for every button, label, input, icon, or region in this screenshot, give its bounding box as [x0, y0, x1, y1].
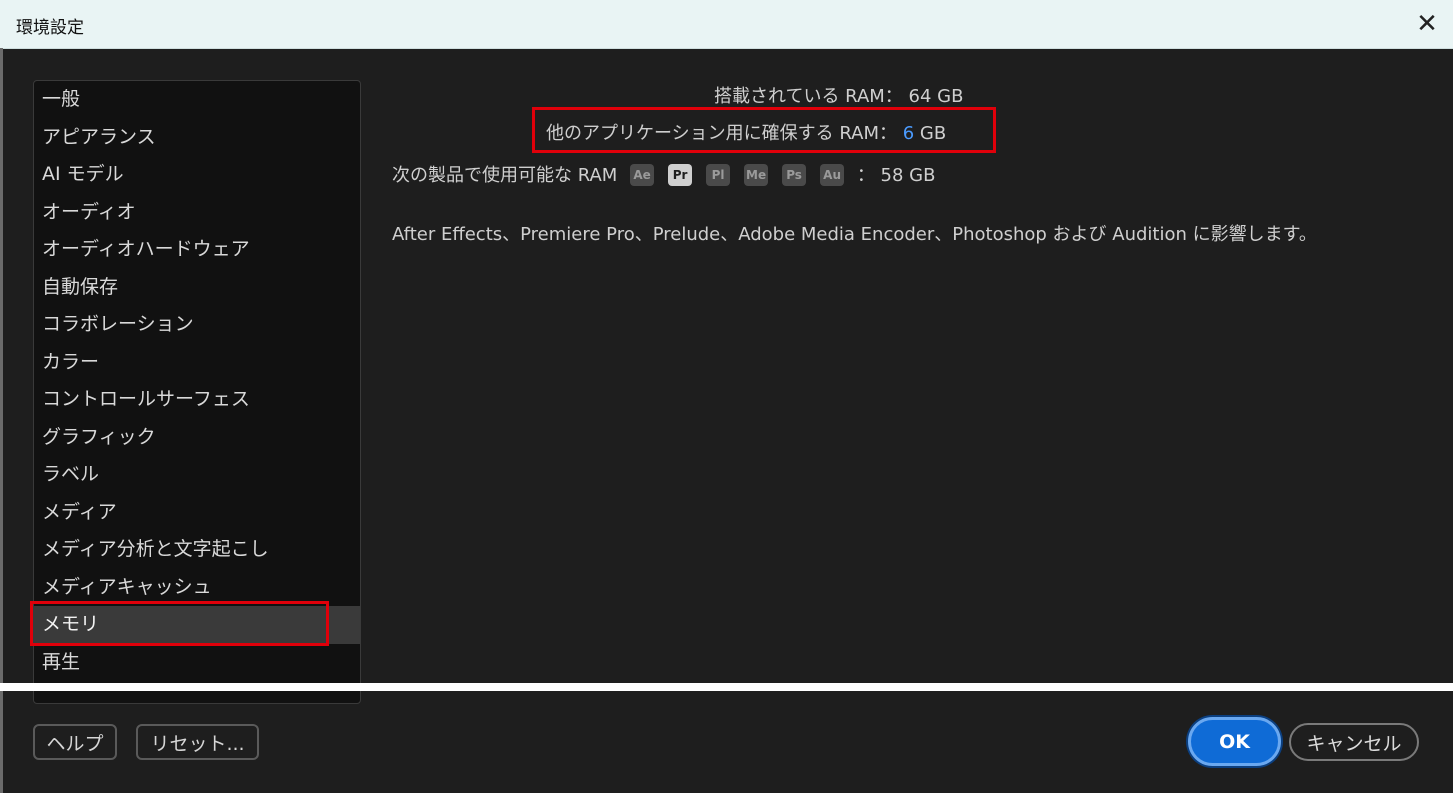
sidebar-item-memory[interactable]: メモリ — [34, 606, 360, 644]
reserved-ram-unit: GB — [919, 123, 947, 144]
sidebar-item-color[interactable]: カラー — [34, 344, 360, 382]
sidebar-item-audio[interactable]: オーディオ — [34, 194, 360, 232]
help-button[interactable]: ヘルプ — [33, 724, 117, 760]
sidebar-item-labels[interactable]: ラベル — [34, 456, 360, 494]
installed-ram-label: 搭載されている RAM： — [714, 86, 903, 107]
sidebar-item-ai-model[interactable]: AI モデル — [34, 156, 360, 194]
sidebar-item-autosave[interactable]: 自動保存 — [34, 269, 360, 307]
ok-button[interactable]: OK — [1188, 717, 1281, 766]
installed-ram-value: 64 GB — [908, 86, 964, 107]
window-edge — [0, 48, 3, 793]
available-ram-separator: ： — [856, 165, 875, 186]
title-bar: 環境設定 ✕ — [0, 0, 1453, 49]
window-title: 環境設定 — [16, 18, 84, 38]
pr-product-icon: Pr — [668, 164, 693, 186]
sidebar-item-media-cache[interactable]: メディアキャッシュ — [34, 569, 360, 607]
sidebar-item-general[interactable]: 一般 — [34, 81, 360, 119]
reserved-ram-row: 他のアプリケーション用に確保する RAM： 6 GB — [546, 119, 946, 145]
affected-apps-note: After Effects、Premiere Pro、Prelude、Adobe… — [392, 224, 1317, 245]
sidebar-item-audio-hardware[interactable]: オーディオハードウェア — [34, 231, 360, 269]
ae-product-icon: Ae — [630, 164, 655, 186]
pl-product-icon: Pl — [706, 164, 731, 186]
au-product-icon: Au — [820, 164, 845, 186]
available-ram-row: 次の製品で使用可能な RAM Ae Pr Pl Me Ps Au ： 58 GB — [392, 161, 935, 187]
available-ram-label: 次の製品で使用可能な RAM — [392, 165, 618, 186]
ps-product-icon: Ps — [782, 164, 807, 186]
footer-divider — [0, 683, 1453, 691]
installed-ram-row: 搭載されている RAM： 64 GB — [714, 82, 963, 108]
reserved-ram-value[interactable]: 6 — [903, 123, 914, 144]
available-ram-value: 58 GB — [880, 165, 936, 186]
reserved-ram-label: 他のアプリケーション用に確保する RAM： — [546, 123, 897, 144]
sidebar-item-appearance[interactable]: アピアランス — [34, 119, 360, 157]
sidebar-item-playback[interactable]: 再生 — [34, 644, 360, 682]
sidebar-item-control-surface[interactable]: コントロールサーフェス — [34, 381, 360, 419]
reset-button[interactable]: リセット... — [136, 724, 259, 760]
cancel-button[interactable]: キャンセル — [1289, 723, 1419, 761]
me-product-icon: Me — [744, 164, 769, 186]
sidebar-item-media[interactable]: メディア — [34, 494, 360, 532]
sidebar-item-media-analysis[interactable]: メディア分析と文字起こし — [34, 531, 360, 569]
preferences-sidebar: 一般 アピアランス AI モデル オーディオ オーディオハードウェア 自動保存 … — [33, 80, 361, 704]
sidebar-item-graphics[interactable]: グラフィック — [34, 419, 360, 457]
close-icon[interactable]: ✕ — [1411, 8, 1443, 40]
sidebar-item-collaboration[interactable]: コラボレーション — [34, 306, 360, 344]
